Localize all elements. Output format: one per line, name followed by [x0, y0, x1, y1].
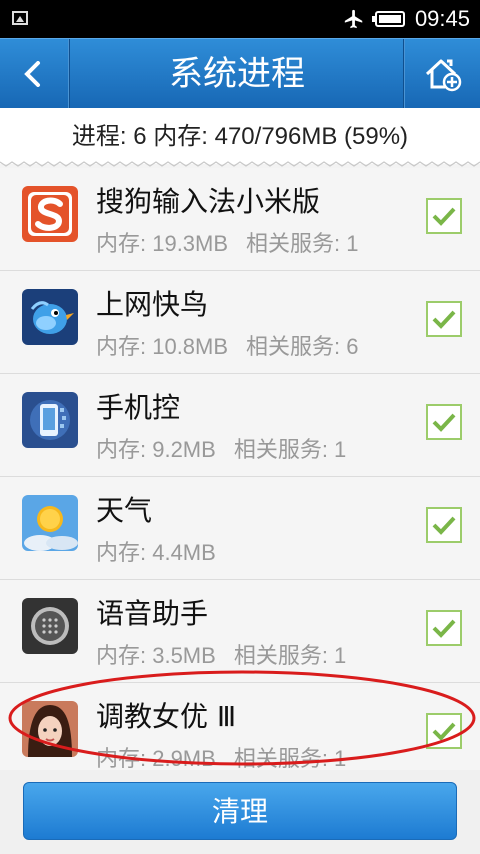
process-checkbox[interactable]: [426, 610, 462, 646]
process-checkbox[interactable]: [426, 404, 462, 440]
process-services: 相关服务: 1: [246, 231, 359, 256]
clean-button[interactable]: 清理: [23, 782, 457, 840]
girl-avatar-icon: [22, 701, 78, 757]
divider-zigzag: [0, 161, 480, 167]
bird-icon: [22, 289, 78, 345]
process-row[interactable]: 搜狗输入法小米版 内存: 19.3MB 相关服务: 1: [0, 168, 480, 271]
check-icon: [432, 413, 456, 432]
home-add-icon: [425, 59, 462, 92]
process-memory: 内存: 2.9MB: [96, 746, 216, 771]
status-bar: 09:45: [0, 0, 480, 38]
check-icon: [432, 619, 456, 638]
process-checkbox[interactable]: [426, 301, 462, 337]
process-memory: 内存: 10.8MB: [96, 334, 229, 359]
battery-icon: [371, 11, 405, 27]
process-services: 相关服务: 1: [233, 643, 347, 668]
process-checkbox[interactable]: [426, 507, 462, 543]
process-name: 手机控: [96, 391, 181, 424]
check-icon: [432, 516, 456, 535]
process-name: 调教女优 Ⅲ: [96, 700, 237, 733]
check-icon: [432, 310, 456, 329]
airplane-icon: [344, 9, 363, 29]
process-row[interactable]: 语音助手 内存: 3.5MB 相关服务: 1: [0, 580, 480, 683]
page-title: 系统进程: [169, 54, 305, 94]
process-memory: 内存: 3.5MB: [96, 643, 216, 668]
check-icon: [432, 722, 456, 741]
process-name: 天气: [96, 494, 153, 527]
process-services: 相关服务: 1: [233, 437, 347, 462]
process-row[interactable]: 上网快鸟 内存: 10.8MB 相关服务: 6: [0, 271, 480, 374]
process-list: 搜狗输入法小米版 内存: 19.3MB 相关服务: 1 上网快鸟 内存: 10.8…: [0, 168, 480, 786]
process-memory: 内存: 19.3MB: [96, 231, 229, 256]
process-row[interactable]: 手机控 内存: 9.2MB 相关服务: 1: [0, 374, 480, 477]
memory-summary: 进程: 6 内存: 470/796MB (59%): [0, 108, 480, 164]
process-memory: 内存: 9.2MB: [96, 437, 216, 462]
footer-bar: 清理: [0, 770, 480, 854]
process-name: 语音助手: [96, 597, 209, 630]
image-icon: [12, 11, 28, 25]
process-memory: 内存: 4.4MB: [96, 540, 216, 565]
phone-control-icon: [22, 392, 78, 448]
weather-icon: [22, 495, 78, 551]
sogou-icon: [22, 186, 78, 242]
process-services: 相关服务: 1: [233, 746, 347, 771]
process-name: 上网快鸟: [96, 288, 209, 321]
chevron-left-icon: [24, 61, 40, 87]
back-button[interactable]: [0, 39, 69, 109]
process-name: 搜狗输入法小米版: [96, 185, 321, 218]
process-row[interactable]: 天气 内存: 4.4MB: [0, 477, 480, 580]
process-checkbox[interactable]: [426, 198, 462, 234]
title-bar: 系统进程: [0, 38, 480, 109]
process-checkbox[interactable]: [426, 713, 462, 749]
process-services: 相关服务: 6: [246, 334, 359, 359]
voice-assistant-icon: [22, 598, 78, 654]
check-icon: [432, 207, 456, 226]
home-add-button[interactable]: [404, 39, 480, 109]
clock: 09:45: [414, 6, 470, 31]
